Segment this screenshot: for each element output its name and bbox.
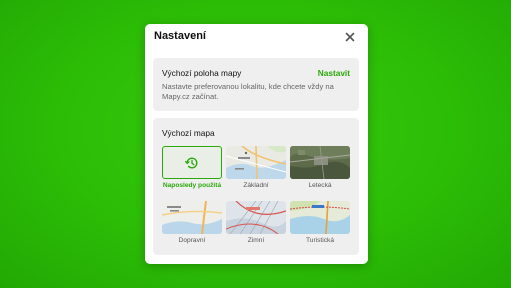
map-option-label: Dopravní (178, 237, 206, 244)
default-map-panel: Výchozí mapa Naposledy použitá Základní … (153, 118, 359, 255)
settings-dialog: Nastavení Výchozí poloha mapy Nastavit N… (145, 24, 368, 264)
map-thumb-hiking (290, 201, 350, 234)
default-location-title: Výchozí poloha mapy (162, 68, 242, 78)
close-icon[interactable] (343, 30, 357, 44)
map-thumb-aerial (290, 146, 350, 179)
map-thumb-winter (226, 201, 286, 234)
map-option-label: Letecká (308, 182, 332, 189)
default-map-title: Výchozí mapa (162, 128, 215, 138)
default-location-description: Nastavte preferovanou lokalitu, kde chce… (162, 82, 334, 101)
map-option-label: Turistická (306, 237, 334, 244)
map-thumb-traffic (162, 201, 222, 234)
map-thumb-basic (226, 146, 286, 179)
map-option-label: Základní (243, 182, 269, 189)
map-option-label: Naposledy použitá (162, 182, 222, 189)
map-option-label: Zimní (247, 237, 265, 244)
history-icon (184, 157, 198, 168)
map-thumb-last-used (162, 146, 222, 179)
dialog-title: Nastavení (154, 30, 206, 42)
set-location-button[interactable]: Nastavit (318, 68, 350, 78)
default-location-panel: Výchozí poloha mapy Nastavit Nastavte pr… (153, 58, 359, 111)
